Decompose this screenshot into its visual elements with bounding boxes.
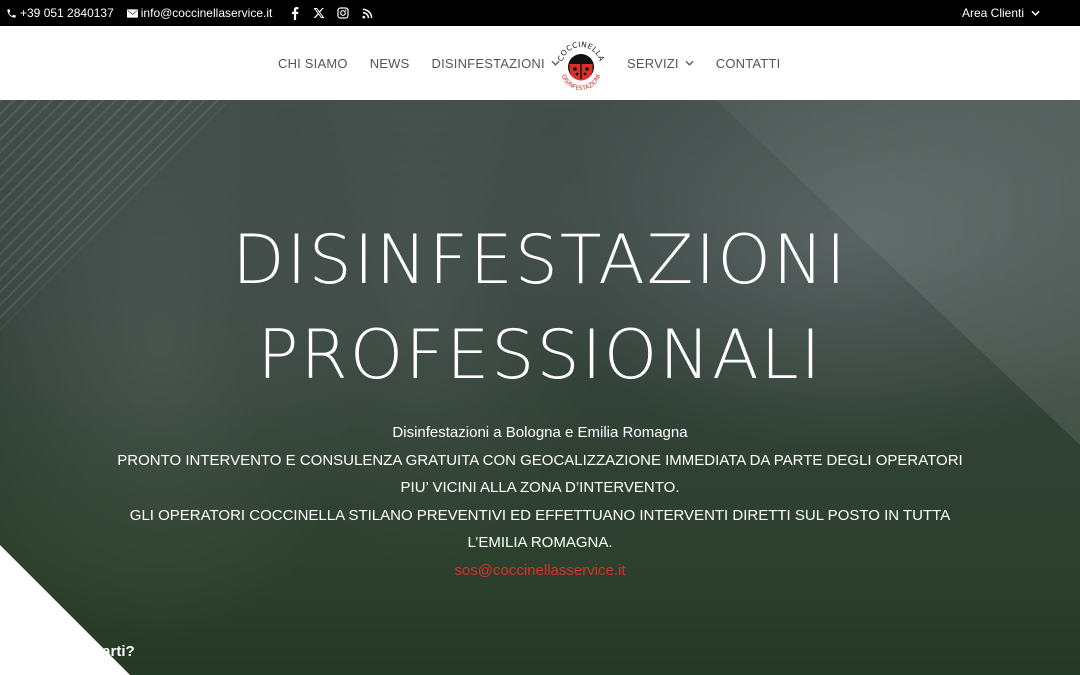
nav-right: SERVIZI CONTATTI [627, 26, 780, 100]
hero-line3: GLI OPERATORI COCCINELLA STILANO PREVENT… [129, 506, 951, 524]
envelope-icon [126, 8, 138, 18]
chevron-down-icon [685, 60, 694, 66]
hero-section: DISINFESTAZIONI PROFESSIONALI Disinfesta… [0, 100, 1080, 675]
hero-line4: L’EMILIA ROMAGNA. [467, 534, 613, 551]
rss-icon[interactable] [359, 5, 375, 21]
site-logo[interactable]: COCCINELLA DISINFESTAZIONI [556, 36, 606, 94]
hero-subtitle: Disinfestazioni a Bologna e Emilia Romag… [392, 424, 688, 441]
chevron-down-icon [1031, 10, 1040, 16]
social-links [287, 5, 383, 21]
hero-line2: PIU’ VICINI ALLA ZONA D’INTERVENTO. [400, 479, 680, 496]
sos-email-link[interactable]: sos@coccinellasservice.it [454, 562, 625, 579]
area-clienti-label: Area Clienti [961, 6, 1024, 20]
nav-label: CONTATTI [715, 55, 781, 71]
hero-title-line2: PROFESSIONALI [257, 316, 823, 395]
nav-left: CHI SIAMO NEWS DISINFESTAZIONI [278, 26, 560, 100]
phone-icon [7, 8, 16, 18]
x-icon[interactable] [311, 5, 327, 21]
nav-label: DISINFESTAZIONI [431, 55, 545, 71]
hero-title-line1: DISINFESTAZIONI [232, 221, 848, 300]
nav-label: SERVIZI [627, 55, 679, 71]
nav-item-contatti[interactable]: CONTATTI [716, 56, 781, 71]
area-clienti-menu[interactable]: Area Clienti [962, 0, 1040, 26]
nav-item-chi-siamo[interactable]: CHI SIAMO [278, 56, 348, 71]
nav-label: CHI SIAMO [278, 55, 348, 71]
hero-line1: PRONTO INTERVENTO E CONSULENZA GRATUITA … [117, 451, 963, 469]
nav-item-news[interactable]: NEWS [370, 56, 410, 71]
nav-label: NEWS [369, 55, 410, 71]
help-prompt[interactable]: utarti? [88, 643, 135, 660]
nav-item-servizi[interactable]: SERVIZI [627, 56, 694, 71]
email-address: info@coccinellaservice.it [140, 6, 273, 20]
ladybug-icon [568, 54, 594, 81]
top-bar: +39 051 2840137 info@coccinellaservice.i… [0, 0, 1080, 26]
phone-number: +39 051 2840137 [20, 6, 114, 20]
main-header: CHI SIAMO NEWS DISINFESTAZIONI COCCINELL… [0, 26, 1080, 100]
hero-text: Disinfestazioni a Bologna e Emilia Romag… [90, 419, 990, 584]
facebook-icon[interactable] [287, 5, 303, 21]
instagram-icon[interactable] [335, 5, 351, 21]
email-link[interactable]: info@coccinellaservice.it [126, 6, 273, 20]
nav-item-disinfestazioni[interactable]: DISINFESTAZIONI [432, 56, 560, 71]
phone-link[interactable]: +39 051 2840137 [6, 6, 114, 20]
